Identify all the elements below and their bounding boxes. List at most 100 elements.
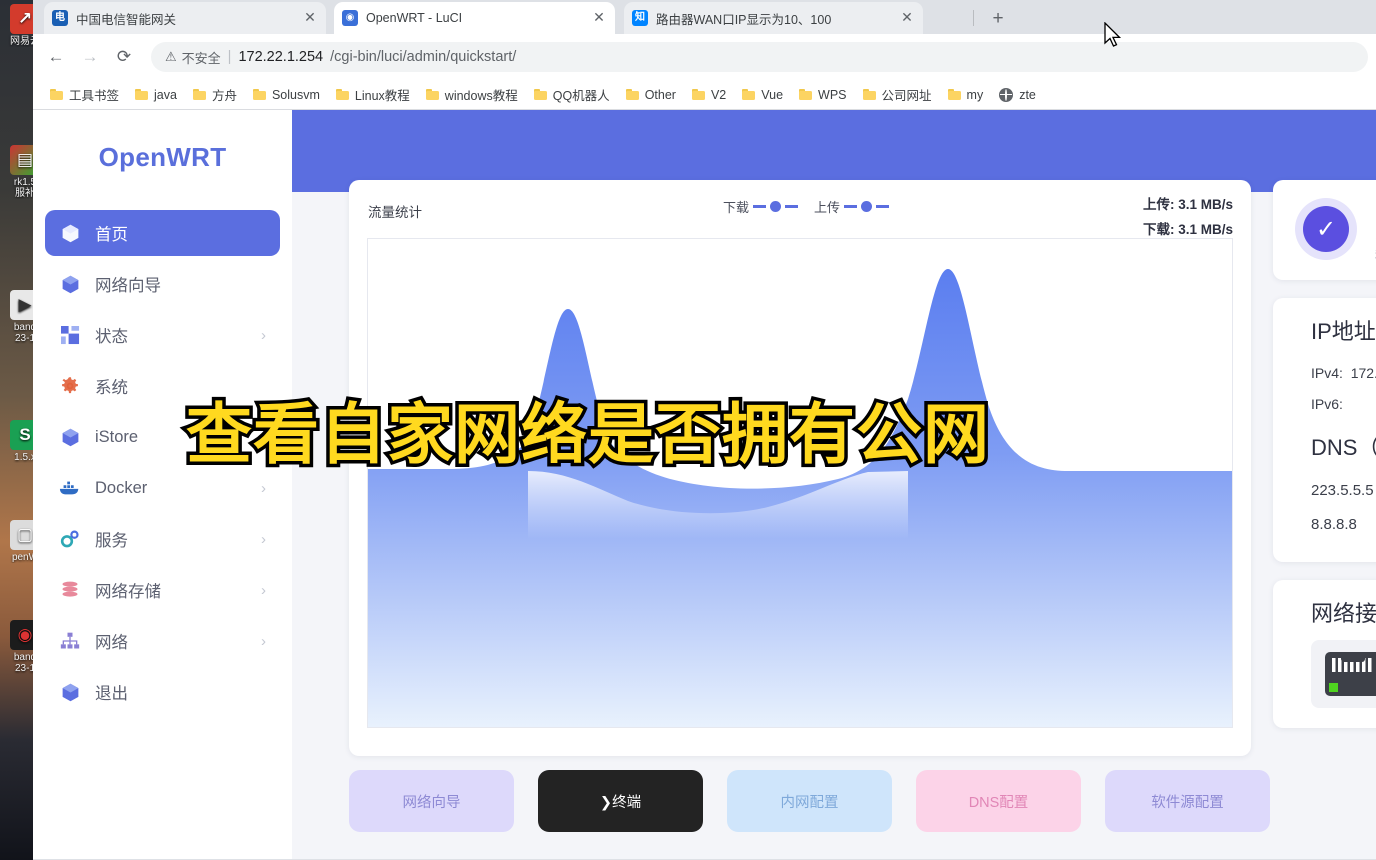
sidebar-item-network[interactable]: 网络 › (45, 618, 280, 664)
network-interface-card: 网络接口 1000M eth0 (1273, 580, 1376, 728)
chart-title: 流量统计 (368, 205, 422, 220)
bookmark-item[interactable]: Solusvm (246, 85, 327, 105)
bookmark-item[interactable]: 公司网址 (856, 82, 939, 107)
sidebar-item-logout[interactable]: 退出 (45, 669, 280, 715)
tab-close-icon[interactable]: ✕ (591, 10, 607, 26)
bookmark-label: Vue (761, 87, 784, 102)
browser-tab[interactable]: 知 路由器WAN口IP显示为10、100 ✕ (624, 2, 923, 34)
gears-icon (59, 528, 81, 550)
whale-icon (59, 477, 81, 499)
sidebar-item-label: Docker (95, 478, 148, 497)
bookmark-item[interactable]: 方舟 (186, 82, 244, 107)
legend-label: 上传 (814, 200, 841, 215)
interface-card-heading: 网络接口 (1311, 601, 1376, 626)
bookmark-label: Other (644, 87, 676, 102)
chart-header: 流量统计 下载 上传 上传: 3.1 MB/s 下载: 3.1 MB/s (349, 180, 1251, 240)
ipv6-row: IPv6: (1311, 389, 1376, 420)
warning-icon: ⚠ (165, 49, 177, 64)
cube-icon (59, 426, 81, 448)
folder-icon (533, 89, 547, 100)
folder-icon (192, 89, 206, 100)
legend-line-icon (785, 205, 799, 208)
bookmark-label: zte (1019, 87, 1036, 102)
quick-action-buttons: 网络向导 ❯终端 内网配置 DNS配置 软件源配置 (349, 770, 1270, 832)
terminal-button[interactable]: ❯终端 (538, 770, 703, 832)
lan-config-button[interactable]: 内网配置 (727, 770, 892, 832)
chevron-right-icon: › (261, 632, 266, 650)
rate-readout: 上传: 3.1 MB/s 下载: 3.1 MB/s (1143, 192, 1233, 242)
bookmark-label: windows教程 (444, 89, 518, 103)
gear-icon (59, 375, 81, 397)
legend-item-upload[interactable]: 上传 (814, 197, 890, 216)
bookmark-item[interactable]: Other (619, 85, 683, 105)
bookmark-item[interactable]: my (941, 85, 991, 105)
browser-tab[interactable]: ◉ OpenWRT - LuCI ✕ (334, 2, 615, 34)
sidebar-item-label: 服务 (95, 532, 128, 550)
bookmark-item[interactable]: WPS (792, 85, 853, 105)
upload-rate: 上传: 3.1 MB/s (1142, 197, 1233, 212)
not-secure-badge[interactable]: ⚠ 不安全 (165, 48, 221, 67)
folder-icon (252, 89, 266, 100)
bookmark-item[interactable]: java (128, 85, 184, 105)
cube-icon (59, 222, 81, 244)
browser-tab[interactable]: 电 中国电信智能网关 ✕ (44, 2, 326, 34)
software-source-button[interactable]: 软件源配置 (1105, 770, 1270, 832)
main-content: 流量统计 下载 上传 上传: 3.1 MB/s 下载: 3.1 MB/s 网络向… (316, 110, 1376, 859)
bookmark-label: Solusvm (271, 87, 320, 102)
bookmark-item[interactable]: QQ机器人 (527, 82, 617, 107)
ipv6-label: IPv6: (1311, 396, 1343, 412)
bookmark-item[interactable]: Linux教程 (329, 82, 417, 107)
sidebar-item-home[interactable]: 首页 (45, 210, 280, 256)
brand-logo: OpenWRT (98, 142, 227, 172)
bookmark-label: 公司网址 (881, 89, 932, 103)
folder-icon (625, 89, 639, 100)
chevron-right-icon: › (261, 326, 266, 344)
traffic-area-chart (368, 269, 1232, 727)
address-bar[interactable]: ⚠ 不安全 | 172.22.1.254/cgi-bin/luci/admin/… (151, 42, 1368, 72)
forward-icon[interactable]: → (75, 42, 105, 72)
sidebar-item-network-storage[interactable]: 网络存储 › (45, 567, 280, 613)
legend-item-download[interactable]: 下载 (723, 197, 799, 216)
tab-close-icon[interactable]: ✕ (899, 10, 915, 26)
tab-title: 路由器WAN口IP显示为10、100 (656, 12, 832, 27)
dns-config-button[interactable]: DNS配置 (916, 770, 1081, 832)
legend-line-icon (876, 205, 890, 208)
mouse-cursor (1104, 22, 1122, 47)
back-icon[interactable]: ← (41, 42, 71, 72)
folder-icon (50, 89, 63, 100)
network-wizard-button[interactable]: 网络向导 (349, 770, 514, 832)
sidebar-item-network-wizard[interactable]: 网络向导 (45, 261, 280, 307)
sitemap-icon (59, 630, 81, 652)
bookmark-item[interactable]: Vue (735, 85, 790, 105)
tab-close-icon[interactable]: ✕ (302, 10, 318, 26)
interface-row[interactable]: 1000M eth0 (1311, 640, 1376, 708)
tab-divider (973, 10, 974, 26)
ipv4-label: IPv4: (1311, 365, 1343, 381)
cube-icon (59, 273, 81, 295)
sidebar-item-status[interactable]: 状态 › (45, 312, 280, 358)
chevron-right-icon: › (261, 530, 266, 548)
new-tab-button[interactable]: + (985, 7, 1011, 33)
ipv4-value: 172.22.1.254 (1350, 365, 1376, 381)
overlay-caption: 查看自家网络是否拥有公网 (183, 394, 993, 475)
bookmark-item[interactable]: V2 (685, 85, 733, 105)
check-circle-icon: ✓ (1295, 198, 1357, 260)
reload-icon[interactable]: ⟳ (109, 42, 139, 72)
database-icon (59, 579, 81, 601)
ethernet-port-icon (1325, 652, 1376, 696)
sidebar-item-services[interactable]: 服务 › (45, 516, 280, 562)
cube-icon (59, 681, 81, 703)
bookmark-item[interactable]: zte (992, 85, 1043, 105)
chart-legend: 下载 上传 (723, 197, 890, 216)
page-viewport: OpenWRT 首页 网络向导 状态 › 系统 iStore Docker › … (33, 110, 1376, 859)
sidebar-item-label: 退出 (95, 685, 128, 703)
dns-heading: DNS（手动） (1311, 435, 1376, 460)
not-secure-label: 不安全 (181, 50, 221, 66)
bookmark-item[interactable]: 工具书签 (43, 82, 126, 107)
bookmark-item[interactable]: windows教程 (419, 82, 525, 107)
ip-card-heading: IP地址（WAN） (1311, 319, 1376, 344)
folder-icon (947, 89, 961, 100)
folder-icon (691, 89, 705, 100)
folder-icon (862, 89, 876, 100)
url-path: /cgi-bin/luci/admin/quickstart/ (330, 49, 517, 65)
